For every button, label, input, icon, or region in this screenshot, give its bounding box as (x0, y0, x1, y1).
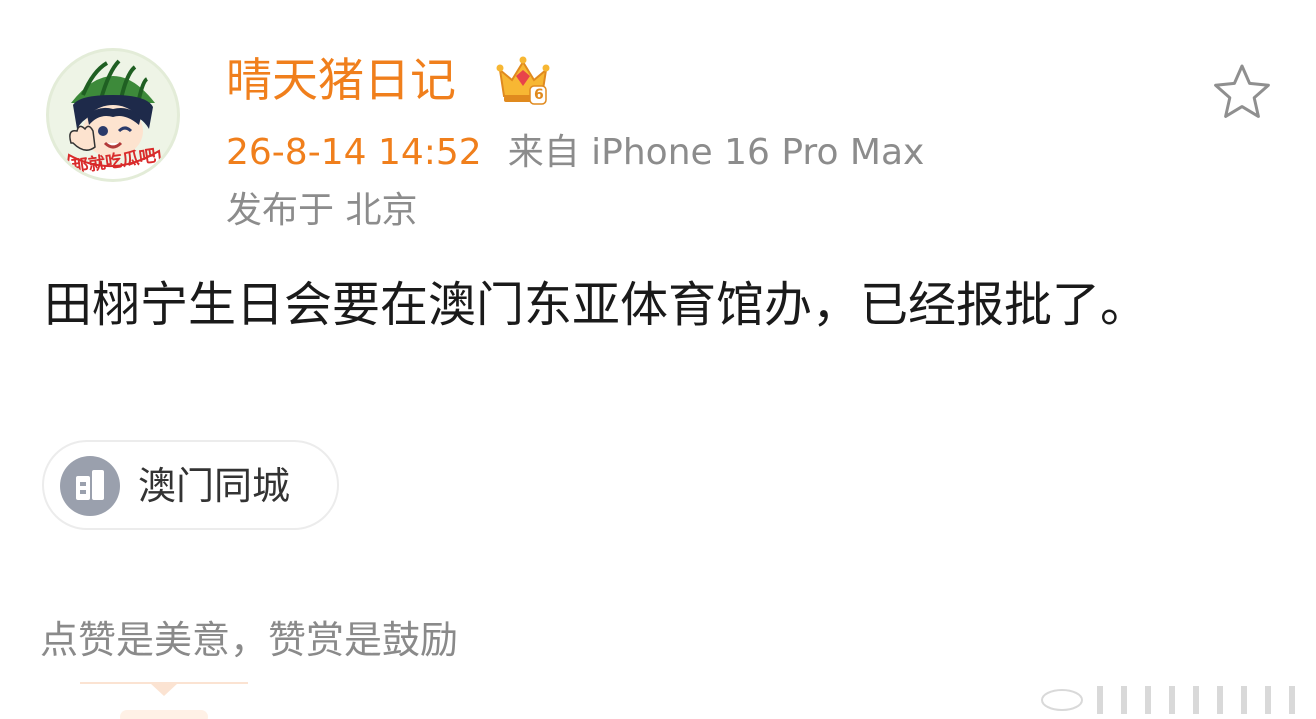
user-avatar[interactable]: 那就吃瓜吧 (46, 48, 180, 182)
username[interactable]: 晴天猪日记 (226, 50, 456, 110)
post-time: 26-8-14 14:52 (226, 132, 482, 173)
vip-level: 6 (534, 87, 544, 103)
crown-icon[interactable]: 6 (496, 54, 550, 106)
reward-panel[interactable] (80, 682, 248, 719)
building-icon (60, 456, 120, 516)
reward-slogan: 点赞是美意，赞赏是鼓励 (40, 618, 459, 662)
reward-avatars-row[interactable] (1040, 680, 1316, 719)
weibo-post: 那就吃瓜吧 晴天猪日记 6 26-8-14 14:52 来自 iPhone 16 … (0, 0, 1316, 719)
star-icon (1214, 64, 1270, 118)
post-location: 发布于 北京 (226, 190, 418, 231)
favorite-star-button[interactable] (1212, 62, 1272, 122)
topic-label: 澳门同城 (138, 464, 291, 508)
post-text: 田栩宁生日会要在澳门东亚体育馆办，已经报批了。 (44, 277, 1149, 333)
post-source: 来自 iPhone 16 Pro Max (507, 132, 925, 173)
topic-chip[interactable]: 澳门同城 (42, 440, 339, 530)
post-meta: 26-8-14 14:52 来自 iPhone 16 Pro Max (226, 128, 924, 178)
